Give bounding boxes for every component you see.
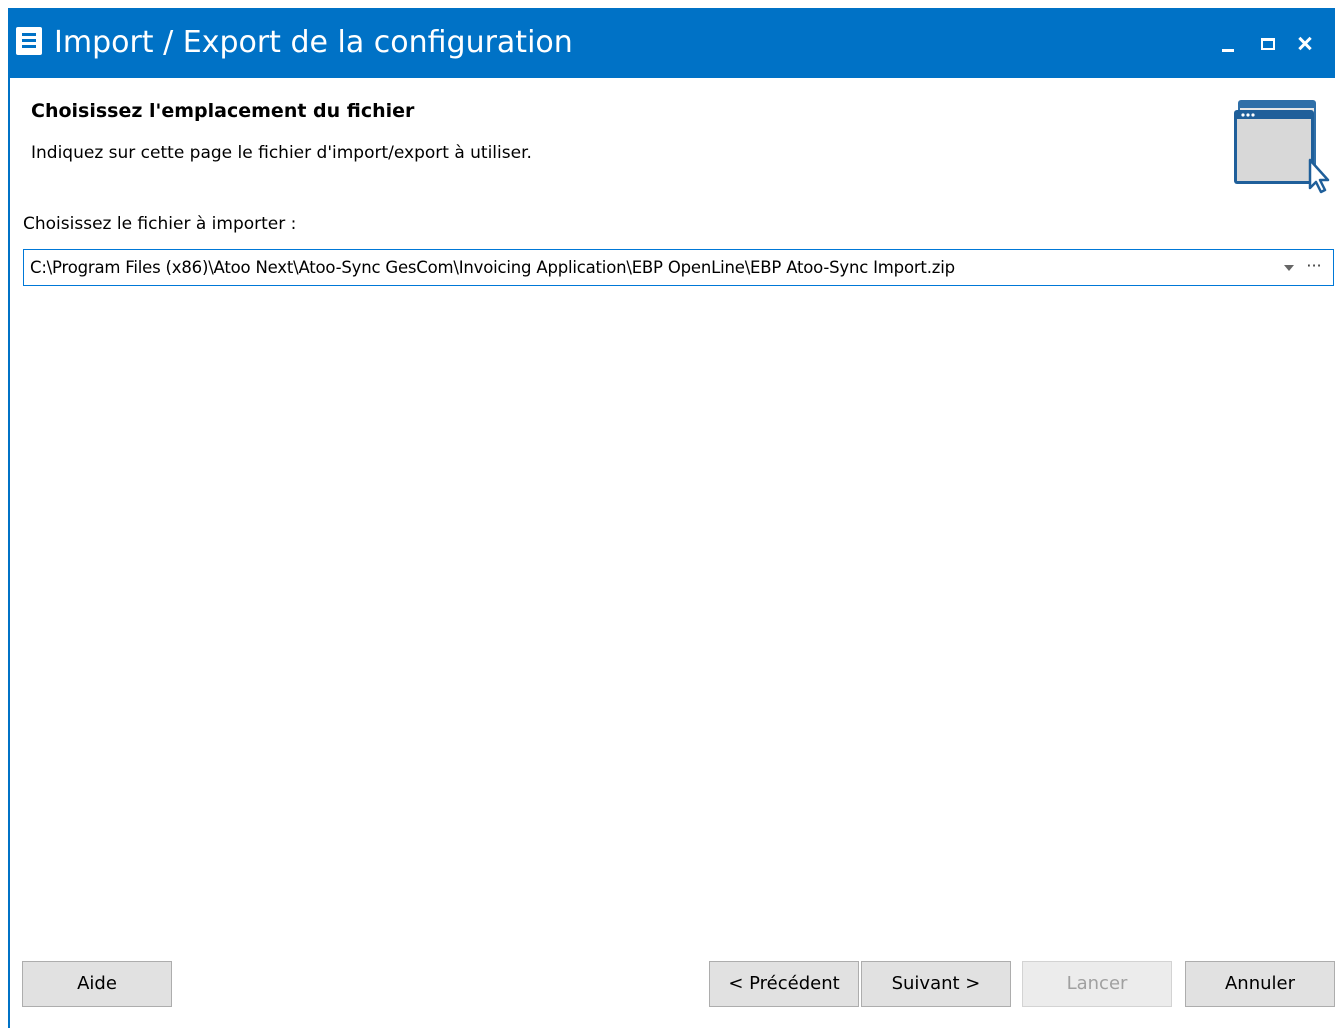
previous-button[interactable]: < Précédent <box>709 961 859 1007</box>
app-icon <box>16 27 42 55</box>
page-subtitle: Indiquez sur cette page le fichier d'imp… <box>31 143 532 163</box>
file-path-value[interactable]: C:\Program Files (x86)\Atoo Next\Atoo-Sy… <box>30 258 955 277</box>
window-cursor-icon <box>1234 100 1330 194</box>
file-path-combobox[interactable]: C:\Program Files (x86)\Atoo Next\Atoo-Sy… <box>23 249 1334 286</box>
file-field-label: Choisissez le fichier à importer : <box>23 214 297 234</box>
browse-button[interactable]: ··· <box>1298 252 1330 282</box>
title-bar[interactable]: Import / Export de la configuration <box>10 8 1335 78</box>
minimize-button[interactable] <box>1214 28 1242 58</box>
window-title: Import / Export de la configuration <box>54 25 573 60</box>
close-button[interactable] <box>1292 28 1320 58</box>
chevron-down-icon[interactable] <box>1284 265 1294 271</box>
maximize-button[interactable] <box>1254 28 1282 58</box>
run-button[interactable]: Lancer <box>1022 961 1172 1007</box>
page-heading: Choisissez l'emplacement du fichier <box>31 100 415 122</box>
next-button[interactable]: Suivant > <box>861 961 1011 1007</box>
help-button[interactable]: Aide <box>22 961 172 1007</box>
cancel-button[interactable]: Annuler <box>1185 961 1335 1007</box>
dialog-window: Import / Export de la configuration Choi… <box>8 8 1335 1028</box>
